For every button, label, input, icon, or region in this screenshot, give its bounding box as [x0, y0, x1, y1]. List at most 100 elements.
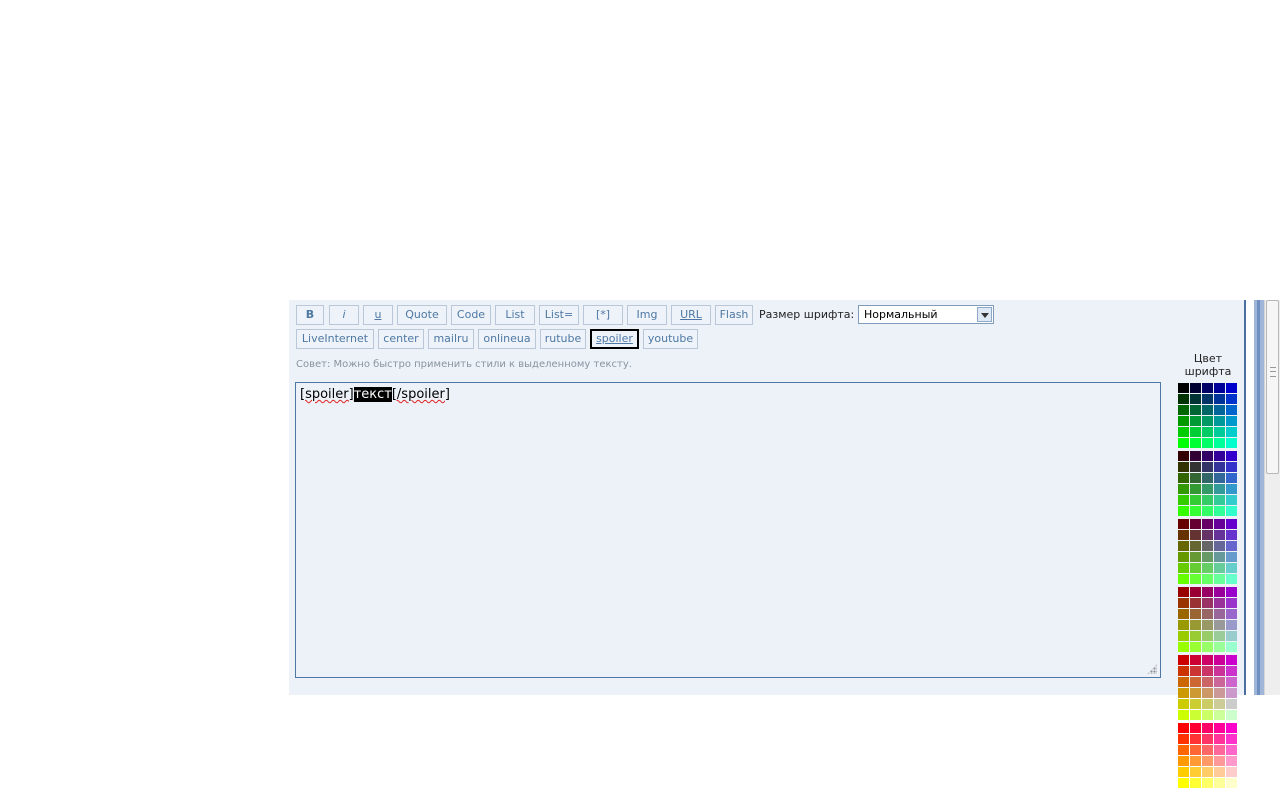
- color-swatch[interactable]: [1178, 416, 1189, 426]
- color-swatch[interactable]: [1202, 631, 1213, 641]
- youtube-button[interactable]: youtube: [643, 329, 698, 349]
- color-swatch[interactable]: [1202, 666, 1213, 676]
- color-swatch[interactable]: [1190, 495, 1201, 505]
- color-swatch[interactable]: [1214, 495, 1225, 505]
- color-swatch[interactable]: [1202, 405, 1213, 415]
- color-swatch[interactable]: [1226, 383, 1237, 393]
- color-swatch[interactable]: [1190, 484, 1201, 494]
- color-swatch[interactable]: [1226, 609, 1237, 619]
- color-swatch[interactable]: [1190, 427, 1201, 437]
- color-swatch[interactable]: [1214, 677, 1225, 687]
- color-swatch[interactable]: [1178, 438, 1189, 448]
- color-swatch[interactable]: [1202, 767, 1213, 777]
- color-swatch[interactable]: [1178, 609, 1189, 619]
- color-swatch[interactable]: [1226, 642, 1237, 652]
- color-swatch[interactable]: [1190, 745, 1201, 755]
- color-swatch[interactable]: [1214, 451, 1225, 461]
- color-swatch[interactable]: [1214, 587, 1225, 597]
- color-swatch[interactable]: [1190, 642, 1201, 652]
- color-swatch[interactable]: [1214, 506, 1225, 516]
- color-swatch[interactable]: [1190, 416, 1201, 426]
- color-swatch[interactable]: [1190, 405, 1201, 415]
- color-swatch[interactable]: [1214, 688, 1225, 698]
- color-swatch[interactable]: [1190, 655, 1201, 665]
- color-swatch[interactable]: [1178, 587, 1189, 597]
- color-swatch[interactable]: [1178, 778, 1189, 788]
- onlineua-button[interactable]: onlineua: [478, 329, 536, 349]
- color-swatch[interactable]: [1178, 642, 1189, 652]
- color-swatch[interactable]: [1178, 563, 1189, 573]
- color-swatch[interactable]: [1178, 495, 1189, 505]
- color-swatch[interactable]: [1190, 778, 1201, 788]
- color-swatch[interactable]: [1190, 462, 1201, 472]
- color-swatch[interactable]: [1190, 598, 1201, 608]
- color-swatch[interactable]: [1190, 710, 1201, 720]
- color-swatch[interactable]: [1214, 394, 1225, 404]
- color-swatch[interactable]: [1202, 778, 1213, 788]
- color-swatch[interactable]: [1214, 427, 1225, 437]
- quote-button[interactable]: Quote: [397, 305, 447, 325]
- color-swatch[interactable]: [1202, 574, 1213, 584]
- color-swatch[interactable]: [1202, 552, 1213, 562]
- color-swatch[interactable]: [1226, 563, 1237, 573]
- color-swatch[interactable]: [1190, 756, 1201, 766]
- color-swatch[interactable]: [1202, 495, 1213, 505]
- color-swatch[interactable]: [1214, 598, 1225, 608]
- color-swatch[interactable]: [1190, 438, 1201, 448]
- color-swatch[interactable]: [1226, 574, 1237, 584]
- color-swatch[interactable]: [1190, 451, 1201, 461]
- color-swatch[interactable]: [1226, 677, 1237, 687]
- color-swatch[interactable]: [1226, 587, 1237, 597]
- list-button[interactable]: List: [495, 305, 535, 325]
- spoiler-button[interactable]: spoiler: [590, 329, 639, 349]
- color-swatch[interactable]: [1214, 383, 1225, 393]
- color-swatch[interactable]: [1178, 530, 1189, 540]
- color-swatch[interactable]: [1226, 631, 1237, 641]
- color-swatch[interactable]: [1226, 405, 1237, 415]
- color-swatch[interactable]: [1178, 394, 1189, 404]
- color-swatch[interactable]: [1178, 745, 1189, 755]
- color-swatch[interactable]: [1202, 587, 1213, 597]
- color-swatch[interactable]: [1202, 688, 1213, 698]
- color-swatch[interactable]: [1226, 519, 1237, 529]
- color-swatch[interactable]: [1214, 530, 1225, 540]
- chevron-down-icon[interactable]: [977, 307, 992, 322]
- color-swatch[interactable]: [1178, 710, 1189, 720]
- color-swatch[interactable]: [1178, 383, 1189, 393]
- color-swatch[interactable]: [1226, 666, 1237, 676]
- list-item-button[interactable]: [*]: [583, 305, 623, 325]
- color-swatch[interactable]: [1226, 778, 1237, 788]
- color-swatch[interactable]: [1214, 473, 1225, 483]
- color-swatch[interactable]: [1178, 462, 1189, 472]
- color-swatch[interactable]: [1178, 734, 1189, 744]
- color-swatch[interactable]: [1190, 620, 1201, 630]
- color-swatch[interactable]: [1190, 677, 1201, 687]
- color-swatch[interactable]: [1226, 495, 1237, 505]
- color-swatch[interactable]: [1190, 688, 1201, 698]
- color-swatch[interactable]: [1190, 609, 1201, 619]
- rutube-button[interactable]: rutube: [540, 329, 586, 349]
- color-swatch[interactable]: [1214, 552, 1225, 562]
- color-swatch[interactable]: [1226, 484, 1237, 494]
- bold-button[interactable]: B: [296, 305, 324, 325]
- color-swatch[interactable]: [1178, 451, 1189, 461]
- center-button[interactable]: center: [378, 329, 424, 349]
- color-swatch[interactable]: [1226, 506, 1237, 516]
- color-swatch[interactable]: [1214, 734, 1225, 744]
- color-swatch[interactable]: [1214, 438, 1225, 448]
- mailru-button[interactable]: mailru: [428, 329, 474, 349]
- color-swatch[interactable]: [1214, 631, 1225, 641]
- color-swatch[interactable]: [1214, 416, 1225, 426]
- color-swatch[interactable]: [1202, 473, 1213, 483]
- color-swatch[interactable]: [1214, 655, 1225, 665]
- color-swatch[interactable]: [1214, 519, 1225, 529]
- color-swatch[interactable]: [1226, 598, 1237, 608]
- color-swatch[interactable]: [1190, 473, 1201, 483]
- color-swatch[interactable]: [1226, 416, 1237, 426]
- color-swatch[interactable]: [1202, 506, 1213, 516]
- color-swatch[interactable]: [1202, 438, 1213, 448]
- color-swatch[interactable]: [1202, 756, 1213, 766]
- color-swatch[interactable]: [1190, 563, 1201, 573]
- color-swatch[interactable]: [1226, 655, 1237, 665]
- color-swatch[interactable]: [1214, 541, 1225, 551]
